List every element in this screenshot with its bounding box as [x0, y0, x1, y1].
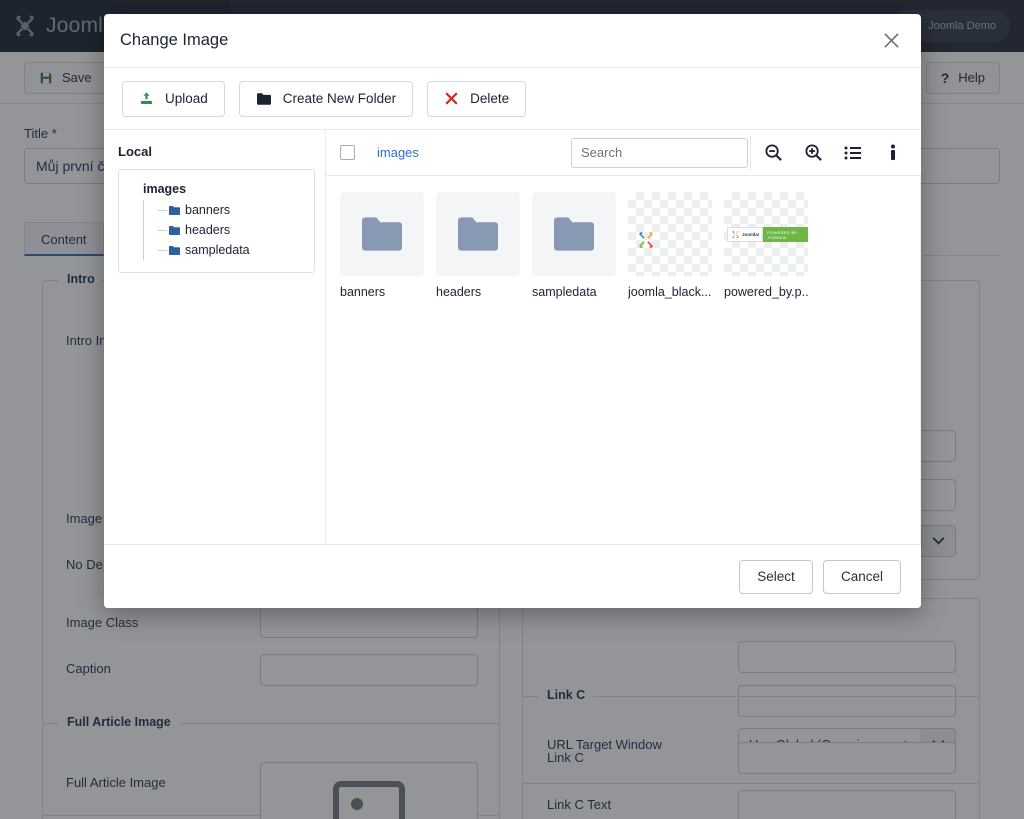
media-browser: images: [326, 130, 921, 544]
media-item-label: banners: [340, 285, 424, 299]
create-new-folder-button-label: Create New Folder: [283, 91, 396, 106]
media-item-label: joomla_black....: [628, 285, 712, 299]
image-thumbnail: Joomla! POWERED BY JOOMLA!: [724, 192, 808, 276]
upload-icon: [139, 91, 154, 106]
select-all-checkbox[interactable]: [340, 145, 355, 160]
modal-body: Local images banners: [104, 130, 921, 544]
change-image-modal: Change Image Upload Create New Folder: [104, 14, 921, 608]
media-items-grid: banners headers: [326, 176, 921, 544]
info-i-icon: [888, 144, 898, 162]
media-item-banners[interactable]: banners: [340, 192, 424, 299]
folder-icon: [168, 205, 181, 216]
toolbar-separator: [750, 136, 751, 170]
breadcrumb[interactable]: images: [377, 145, 419, 160]
tree-item-headers[interactable]: headers: [158, 220, 304, 240]
close-x-icon: [882, 31, 901, 50]
powered-by-joomla-badge: Joomla! POWERED BY JOOMLA!: [727, 227, 808, 242]
media-item-headers[interactable]: headers: [436, 192, 520, 299]
media-item-powered-by[interactable]: Joomla! POWERED BY JOOMLA! powered_by.p.…: [724, 192, 808, 299]
media-browser-toolbar: images: [326, 130, 921, 176]
tree-item-sampledata[interactable]: sampledata: [158, 240, 304, 260]
folder-thumbnail: [532, 192, 616, 276]
tree-item-banners[interactable]: banners: [158, 200, 304, 220]
list-icon: [844, 145, 862, 161]
cancel-button[interactable]: Cancel: [823, 560, 901, 594]
modal-header: Change Image: [104, 14, 921, 68]
info-icon[interactable]: [873, 131, 913, 175]
delete-button-label: Delete: [470, 91, 509, 106]
tree-heading: Local: [118, 144, 315, 159]
folder-icon: [454, 214, 502, 254]
delete-x-icon: [444, 91, 459, 106]
zoom-out-icon[interactable]: [753, 131, 793, 175]
media-item-label: sampledata: [532, 285, 616, 299]
modal-title: Change Image: [120, 31, 875, 50]
modal-footer: Select Cancel: [104, 544, 921, 608]
folder-icon: [550, 214, 598, 254]
magnifier-plus-icon: [804, 143, 823, 162]
folder-thumbnail: [340, 192, 424, 276]
modal-action-toolbar: Upload Create New Folder Delete: [104, 68, 921, 130]
create-new-folder-button[interactable]: Create New Folder: [239, 81, 413, 117]
tree-item-label: banners: [185, 203, 230, 217]
search-input[interactable]: [571, 138, 748, 168]
image-thumbnail: [628, 192, 712, 276]
folder-icon: [168, 245, 181, 256]
magnifier-minus-icon: [764, 143, 783, 162]
media-item-sampledata[interactable]: sampledata: [532, 192, 616, 299]
tree-item-label: sampledata: [185, 243, 250, 257]
media-tree-sidebar: Local images banners: [104, 130, 326, 544]
folder-icon: [256, 92, 272, 106]
joomla-logo-icon: [731, 230, 740, 239]
folder-tree: images banners headers: [118, 169, 315, 273]
folder-icon: [168, 225, 181, 236]
media-item-label: headers: [436, 285, 520, 299]
media-item-joomla-black[interactable]: joomla_black....: [628, 192, 712, 299]
tree-item-label: headers: [185, 223, 230, 237]
folder-thumbnail: [436, 192, 520, 276]
folder-icon: [358, 214, 406, 254]
list-view-icon[interactable]: [833, 131, 873, 175]
upload-button-label: Upload: [165, 91, 208, 106]
zoom-in-icon[interactable]: [793, 131, 833, 175]
tree-root-images[interactable]: images: [129, 182, 304, 196]
delete-button[interactable]: Delete: [427, 81, 526, 117]
close-icon[interactable]: [875, 25, 907, 57]
media-item-label: powered_by.p...: [724, 285, 808, 299]
joomla-logo-icon: [636, 230, 656, 250]
select-button[interactable]: Select: [739, 560, 813, 594]
upload-button[interactable]: Upload: [122, 81, 225, 117]
